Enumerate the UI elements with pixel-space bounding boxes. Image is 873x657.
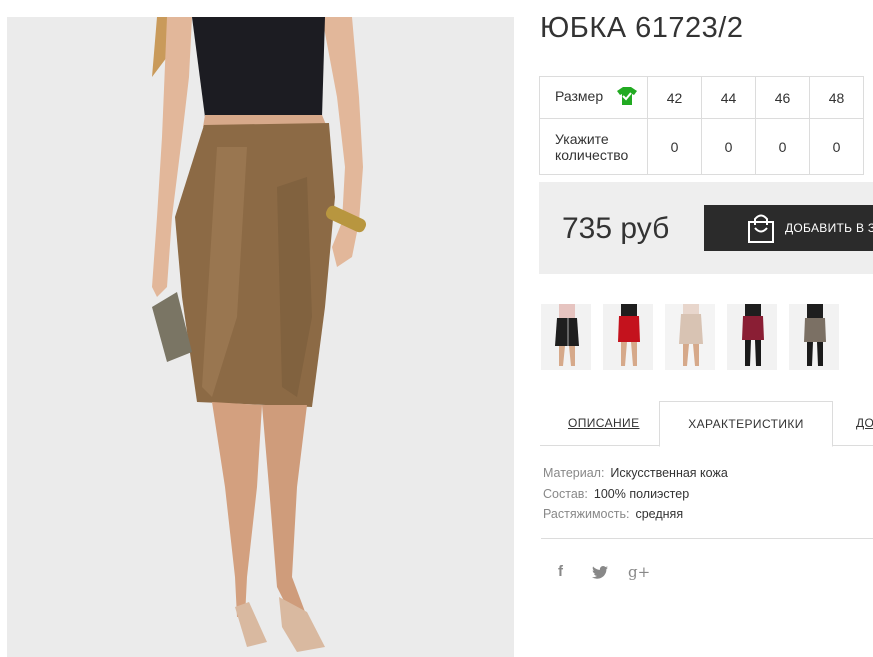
thumbnail-gray-skirt[interactable] <box>789 304 839 370</box>
spec-composition: Состав: 100% полиэстер <box>543 484 728 505</box>
thumbnail-red-leather-skirt[interactable] <box>603 304 653 370</box>
quantity-label-line2: количество <box>555 146 629 163</box>
size-label: Размер <box>555 88 604 105</box>
quantity-44[interactable]: 0 <box>701 118 756 175</box>
size-44[interactable]: 44 <box>701 76 756 119</box>
product-title: ЮБКА 61723/2 <box>540 12 744 44</box>
size-row: Размер 42 44 46 48 <box>539 76 864 119</box>
thumbnail-black-zip-skirt[interactable] <box>541 304 591 370</box>
thumbnail-beige-skirt[interactable] <box>665 304 715 370</box>
spec-key: Состав: <box>543 486 588 501</box>
spec-key: Растяжимость: <box>543 507 630 521</box>
size-46[interactable]: 46 <box>755 76 810 119</box>
product-photo[interactable] <box>7 17 514 657</box>
size-48[interactable]: 48 <box>809 76 864 119</box>
product-tabs: ОПИСАНИЕ ХАРАКТЕРИСТИКИ ДО <box>540 401 873 447</box>
tab-characteristics[interactable]: ХАРАКТЕРИСТИКИ <box>659 401 833 447</box>
spec-stretch: Растяжимость: средняя <box>543 504 728 525</box>
spec-value: средняя <box>635 507 684 521</box>
thumbnail-burgundy-skirt[interactable] <box>727 304 777 370</box>
twitter-icon[interactable] <box>592 566 608 583</box>
specs-divider <box>541 538 873 539</box>
size-42[interactable]: 42 <box>647 76 702 119</box>
shopping-bag-icon <box>747 213 775 246</box>
spec-value: Искусственная кожа <box>610 466 728 480</box>
price: 735 руб <box>562 212 670 245</box>
google-plus-icon[interactable]: g+ <box>628 563 650 581</box>
size-label-cell: Размер <box>539 76 648 119</box>
model-photo <box>7 17 514 657</box>
price-box: 735 руб ДОБАВИТЬ В З <box>539 182 873 274</box>
add-to-cart-button[interactable]: ДОБАВИТЬ В З <box>704 205 873 251</box>
shirt-check-icon[interactable] <box>617 87 638 108</box>
add-to-cart-label: ДОБАВИТЬ В З <box>785 221 873 235</box>
size-table: Размер 42 44 46 48 Укажите количество 0 … <box>539 76 864 175</box>
spec-value: 100% полиэстер <box>593 486 690 501</box>
quantity-48[interactable]: 0 <box>809 118 864 175</box>
facebook-icon[interactable]: f <box>558 563 563 580</box>
spec-material: Материал: Искусственная кожа <box>543 463 728 484</box>
tab-more[interactable]: ДО <box>856 401 873 445</box>
quantity-46[interactable]: 0 <box>755 118 810 175</box>
quantity-label-line1: Укажите <box>555 130 609 147</box>
quantity-label-cell: Укажите количество <box>539 118 648 175</box>
quantity-42[interactable]: 0 <box>647 118 702 175</box>
spec-key: Материал: <box>543 466 605 480</box>
specs-list: Материал: Искусственная кожа Состав: 100% … <box>543 463 728 525</box>
quantity-row: Укажите количество 0 0 0 0 <box>539 118 864 175</box>
tab-description[interactable]: ОПИСАНИЕ <box>568 401 640 445</box>
